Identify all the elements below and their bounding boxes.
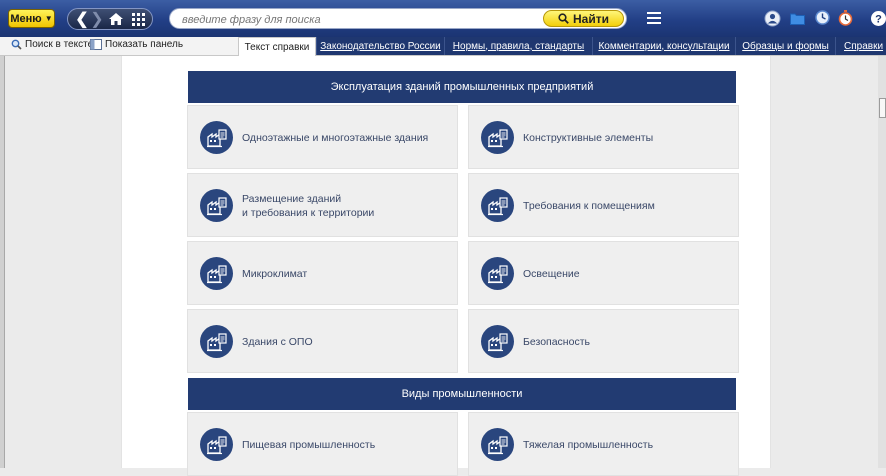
left-pane-edge [0, 56, 5, 468]
magnifier-icon [558, 13, 569, 24]
category-card-label-line: Конструктивные элементы [523, 132, 654, 144]
help-icon[interactable]: ? [870, 10, 886, 27]
category-card-label: Здания с ОПО [242, 335, 313, 349]
category-card[interactable]: Одноэтажные и многоэтажные здания [187, 105, 458, 169]
tab-label: Справки [844, 40, 884, 52]
building-document-icon [481, 121, 514, 154]
category-card[interactable]: Микроклимат [187, 241, 458, 305]
search-box: Найти [169, 8, 627, 29]
category-card[interactable]: Пищевая промышленность [187, 412, 458, 476]
building-document-icon [481, 189, 514, 222]
clock-icon[interactable] [815, 10, 832, 27]
panel-icon [90, 39, 102, 50]
tab-norms-standards[interactable]: Нормы, правила, стандарты [444, 37, 592, 55]
building-document-icon [200, 257, 233, 290]
category-card-label-line: Пищевая промышленность [242, 439, 376, 451]
tab-references[interactable]: Справки [835, 37, 886, 55]
tab-label: Законодательство России [320, 40, 441, 52]
tab-label: Образцы и формы [742, 40, 829, 52]
category-card[interactable]: Требования к помещениям [468, 173, 739, 237]
show-panel-link[interactable]: Показать панель [90, 39, 183, 50]
category-card-label: Требования к помещениям [523, 199, 655, 213]
category-card-label: Размещение зданий и требования к территор… [242, 192, 374, 220]
category-card-label: Безопасность [523, 335, 590, 349]
tab-samples-forms[interactable]: Образцы и формы [735, 37, 835, 55]
category-card[interactable]: Размещение зданий и требования к территор… [187, 173, 458, 237]
grid-icon[interactable] [129, 10, 147, 28]
category-card-label-line: Требования к помещениям [523, 200, 655, 212]
search-in-text-link[interactable]: Поиск в тексте [11, 39, 93, 50]
building-document-icon [481, 428, 514, 461]
category-card[interactable]: Освещение [468, 241, 739, 305]
caret-down-icon: ▼ [44, 14, 53, 23]
category-card-label: Микроклимат [242, 267, 307, 281]
category-card[interactable]: Конструктивные элементы [468, 105, 739, 169]
tab-label: Текст справки [244, 41, 310, 53]
category-card-label-line: Безопасность [523, 336, 590, 348]
category-card-label: Конструктивные элементы [523, 131, 653, 145]
menu-button[interactable]: Меню ▼ [8, 9, 55, 28]
hamburger-menu-icon[interactable] [647, 12, 661, 24]
folder-icon[interactable] [790, 12, 807, 29]
category-card-label: Освещение [523, 267, 580, 281]
tab-comments-consultations[interactable]: Комментарии, консультации [592, 37, 735, 55]
building-document-icon [200, 189, 233, 222]
category-card-label-line: Тяжелая промышленность [523, 439, 654, 451]
document-toolbar: Поиск в тексте Показать панель Текст спр… [0, 37, 886, 56]
category-card-label-line: Размещение зданий [242, 193, 342, 205]
back-arrow-icon[interactable]: ❮ [74, 10, 90, 28]
building-document-icon [200, 428, 233, 461]
category-card[interactable]: Тяжелая промышленность [468, 412, 739, 476]
search-in-text-label: Поиск в тексте [25, 39, 94, 50]
category-card-label-line: Здания с ОПО [242, 336, 313, 348]
category-card-label: Одноэтажные и многоэтажные здания [242, 131, 428, 145]
tab-russian-legislation[interactable]: Законодательство России [316, 37, 444, 55]
magnifier-icon [11, 39, 22, 50]
stopwatch-icon[interactable] [838, 10, 855, 27]
tab-label: Нормы, правила, стандарты [452, 40, 585, 52]
category-card-label-line: Освещение [523, 268, 580, 280]
top-toolbar: Меню ▼ ❮ ❯ Найти [0, 0, 886, 37]
home-icon[interactable] [106, 10, 126, 28]
svg-text:?: ? [875, 14, 882, 26]
category-card[interactable]: Безопасность [468, 309, 739, 373]
find-button[interactable]: Найти [543, 10, 624, 27]
find-button-label: Найти [573, 11, 609, 26]
navigation-group: ❮ ❯ [67, 8, 153, 30]
search-input[interactable] [180, 11, 544, 28]
menu-label: Меню [10, 12, 42, 25]
category-card-label: Тяжелая промышленность [523, 438, 653, 452]
tab-help-text[interactable]: Текст справки [238, 37, 316, 56]
category-card-label-line: и требования к территории [242, 207, 375, 219]
section-header: Виды промышленности [188, 378, 736, 410]
building-document-icon [481, 325, 514, 358]
category-card-label-line: Одноэтажные и многоэтажные здания [242, 132, 429, 144]
tab-label: Комментарии, консультации [598, 40, 730, 52]
building-document-icon [200, 325, 233, 358]
scrollbar-thumb[interactable] [879, 98, 886, 118]
category-card[interactable]: Здания с ОПО [187, 309, 458, 373]
forward-arrow-icon[interactable]: ❯ [90, 10, 104, 28]
building-document-icon [481, 257, 514, 290]
show-panel-label: Показать панель [105, 39, 184, 50]
section-header: Эксплуатация зданий промышленных предпри… [188, 71, 736, 103]
category-card-label: Пищевая промышленность [242, 438, 375, 452]
category-card-label-line: Микроклимат [242, 268, 308, 280]
building-document-icon [200, 121, 233, 154]
user-icon[interactable] [764, 10, 781, 27]
